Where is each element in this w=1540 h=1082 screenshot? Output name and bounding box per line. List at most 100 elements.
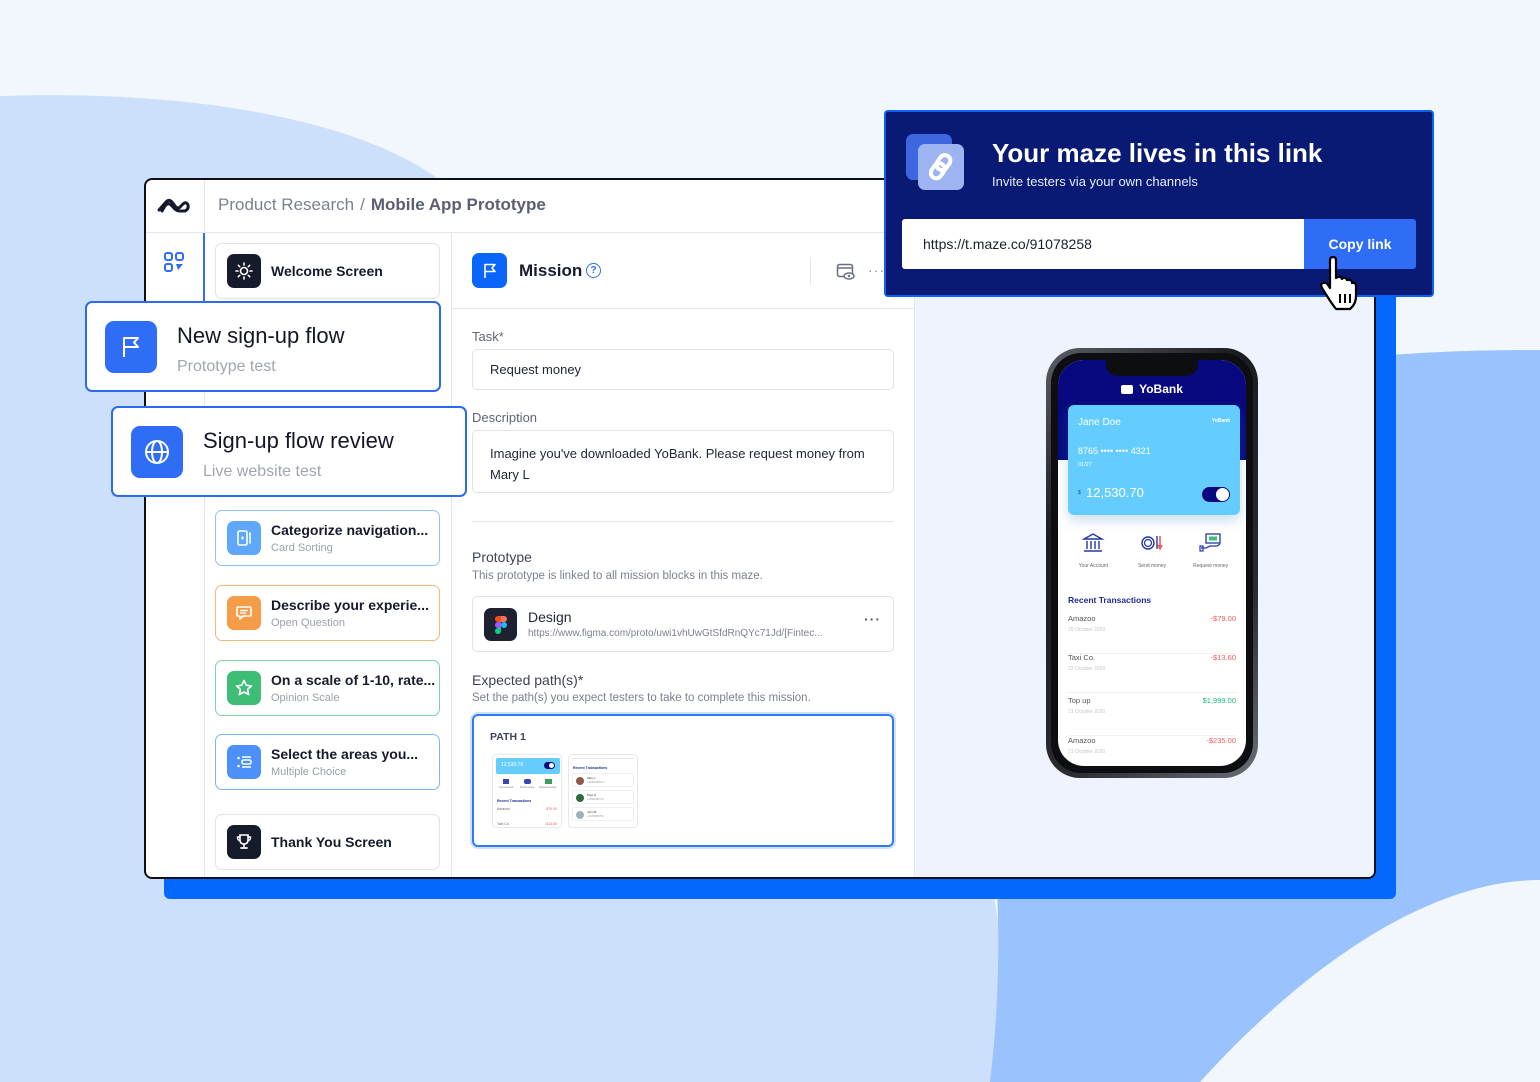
block-thank-you-screen[interactable]: Thank You Screen (215, 814, 440, 870)
phone-preview: YoBank Jane Doe YoBank 8765 •••• •••• 43… (1046, 348, 1258, 778)
wallet-icon (1121, 385, 1134, 394)
card-brand: YoBank (1211, 418, 1230, 424)
editor-header: Mission ? ··· (452, 233, 914, 309)
card-title: Sign-up flow review (203, 428, 394, 453)
globe-icon (131, 426, 183, 478)
card-number: 8765 •••• •••• 4321 (1078, 446, 1151, 456)
expected-paths-label: Expected path(s)* (472, 672, 584, 688)
block-open-question[interactable]: Describe your experie... Open Question (215, 585, 440, 641)
block-title: Describe your experie... (271, 597, 429, 613)
section-divider (472, 521, 894, 522)
floating-card-prototype-test[interactable]: New sign-up flow Prototype test (85, 301, 441, 392)
send-money-icon (1141, 536, 1163, 551)
thumb-contact-phone: +13463489574 (587, 781, 604, 784)
block-title: Categorize navigation... (271, 522, 429, 538)
request-money-icon (1199, 533, 1221, 552)
block-type: Opinion Scale (271, 692, 340, 704)
breadcrumb-separator: / (360, 195, 365, 214)
thumb-action: Request money (539, 786, 557, 789)
card-subtitle: Live website test (203, 463, 322, 480)
block-title: Select the areas you... (271, 746, 419, 762)
mission-editor: Mission ? ··· Task* Request money Descri… (452, 233, 915, 877)
block-card-sorting[interactable]: Categorize navigation... Card Sorting (215, 510, 440, 566)
bank-icon (1081, 533, 1106, 552)
header-divider (810, 257, 811, 285)
block-type: Card Sorting (271, 542, 333, 554)
task-label: Task* (472, 329, 504, 344)
preview-icon[interactable] (836, 263, 856, 281)
floating-card-live-website-test[interactable]: Sign-up flow review Live website test (111, 406, 467, 497)
list-icon (227, 745, 261, 779)
thumb-contact-name: John B (587, 810, 597, 814)
thumb-row-name: Amazoo (497, 807, 510, 811)
block-title: Thank You Screen (271, 834, 392, 850)
bank-card[interactable]: Jane Doe YoBank 8765 •••• •••• 4321 01/2… (1068, 405, 1240, 515)
more-options-icon[interactable]: ··· (868, 262, 885, 278)
thumb-contact-phone: +13709956781 (587, 815, 604, 818)
action-send-money[interactable]: Send money (1123, 532, 1182, 569)
maze-logo-icon[interactable] (156, 194, 190, 218)
share-url-input[interactable] (902, 219, 1304, 269)
transaction-row[interactable]: Amazoo 21 October 2020 -$235.00 (1068, 736, 1236, 766)
transactions-title: Recent Transactions (1068, 595, 1152, 605)
path-screen-thumbnail-1[interactable]: 12,530.70 Your Account Send money Reques… (492, 754, 562, 828)
prototype-hint: This prototype is linked to all mission … (472, 570, 763, 582)
bank-actions: Your Account Send money Request money (1058, 532, 1246, 569)
flag-icon (105, 321, 157, 373)
prototype-url[interactable]: https://www.figma.com/proto/uwi1vhUwGtSf… (528, 628, 823, 639)
prototype-more-icon[interactable]: ··· (864, 611, 881, 627)
breadcrumb: Product Research / Mobile App Prototype (218, 195, 546, 215)
share-title: Your maze lives in this link (992, 138, 1323, 168)
prototype-name: Design (528, 609, 572, 625)
description-input[interactable]: Imagine you've downloaded YoBank. Please… (472, 430, 894, 493)
help-icon[interactable]: ? (586, 263, 601, 278)
card-title: New sign-up flow (177, 323, 345, 348)
action-request-money[interactable]: Request money (1181, 532, 1240, 569)
card-balance: 12,530.70 (1086, 485, 1144, 500)
share-subtitle: Invite testers via your own channels (992, 174, 1198, 189)
figma-icon (484, 608, 517, 641)
block-type: Multiple Choice (271, 766, 347, 778)
blocks-nav-icon[interactable] (163, 251, 185, 273)
thumb-contact-phone: +13490388714 (587, 798, 604, 801)
block-multiple-choice[interactable]: Select the areas you... Multiple Choice (215, 734, 440, 790)
path-title: PATH 1 (490, 731, 526, 743)
card-holder: Jane Doe (1078, 417, 1121, 428)
path-1-box[interactable]: PATH 1 12,530.70 Your Account Send money… (472, 714, 894, 847)
thumb-contact-name: Mary L (587, 776, 597, 780)
hand-cursor-icon (1320, 256, 1358, 311)
block-welcome-screen[interactable]: Welcome Screen (215, 243, 440, 299)
link-icon (906, 134, 964, 190)
task-input[interactable]: Request money (472, 349, 894, 390)
thumb-section: Recent Transactions (497, 799, 532, 803)
thumb-row-name: Taxi Co. (497, 822, 510, 826)
bank-name: YoBank (1058, 382, 1246, 396)
block-opinion-scale[interactable]: On a scale of 1-10, rate... Opinion Scal… (215, 660, 440, 716)
thumb-row-amount: -$79.00 (545, 807, 557, 811)
mission-title: Mission (519, 261, 583, 280)
card-sort-icon (227, 521, 261, 555)
description-label: Description (472, 410, 538, 425)
prototype-label: Prototype (472, 549, 532, 565)
breadcrumb-item-project[interactable]: Product Research (218, 195, 354, 214)
path-screen-thumbnail-2[interactable]: Recent Transactions Mary L +13463489574 … (568, 754, 638, 828)
transaction-row[interactable]: Top up 21 October 2020 $1,999.00 (1068, 696, 1236, 736)
flag-icon (472, 253, 507, 288)
sun-icon (227, 254, 261, 288)
action-your-account[interactable]: Your Account (1064, 532, 1123, 569)
phone-screen: YoBank Jane Doe YoBank 8765 •••• •••• 43… (1058, 360, 1246, 766)
chat-icon (227, 596, 261, 630)
card-subtitle: Prototype test (177, 358, 276, 375)
thumb-row-amount: -$13.60 (545, 822, 557, 826)
block-type: Open Question (271, 617, 345, 629)
card-toggle[interactable] (1202, 487, 1230, 502)
phone-notch (1106, 360, 1198, 376)
thumb-action: Your Account (498, 786, 514, 789)
prototype-card[interactable]: Design https://www.figma.com/proto/uwi1v… (472, 596, 894, 652)
transaction-row[interactable]: Taxi Co. 22 October 2020 -$13.60 (1068, 653, 1236, 693)
block-title: On a scale of 1-10, rate... (271, 672, 436, 688)
breadcrumb-item-current: Mobile App Prototype (370, 195, 546, 214)
block-title: Welcome Screen (271, 263, 383, 279)
card-expiry: 01/27 (1078, 462, 1092, 468)
transaction-row[interactable]: Amazoo 29 October 2020 -$79.00 (1068, 614, 1236, 654)
